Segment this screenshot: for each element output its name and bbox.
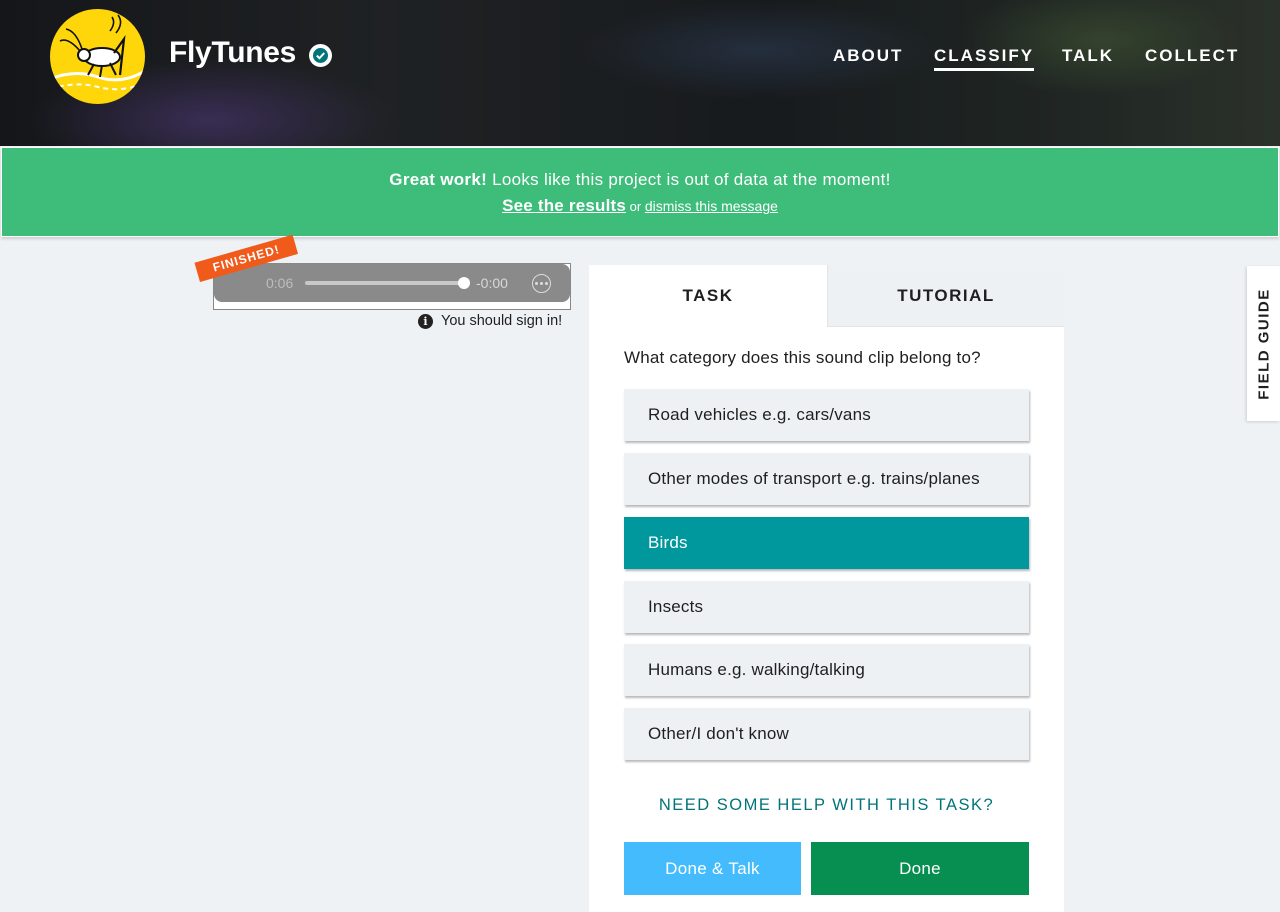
answer-other-transport[interactable]: Other modes of transport e.g. trains/pla… <box>624 453 1029 505</box>
out-of-data-banner: Great work! Looks like this project is o… <box>1 147 1279 237</box>
field-guide-label: FIELD GUIDE <box>1255 287 1272 400</box>
audio-controls: 0:06 -0:00 <box>214 264 570 302</box>
answer-birds[interactable]: Birds <box>624 517 1029 569</box>
answer-road-vehicles[interactable]: Road vehicles e.g. cars/vans <box>624 389 1029 441</box>
banner-actions: See the results or dismiss this message <box>2 196 1278 216</box>
answer-other-unknown[interactable]: Other/I don't know <box>624 708 1029 760</box>
tab-task[interactable]: TASK <box>589 265 827 327</box>
audio-scrubber-handle[interactable] <box>458 277 470 289</box>
nav-collect[interactable]: COLLECT <box>1145 46 1239 66</box>
project-logo[interactable] <box>50 9 145 104</box>
field-guide-tab[interactable]: FIELD GUIDE <box>1247 266 1280 421</box>
answer-humans[interactable]: Humans e.g. walking/talking <box>624 644 1029 696</box>
dismiss-message-link[interactable]: dismiss this message <box>645 198 778 214</box>
task-question: What category does this sound clip belon… <box>624 348 981 367</box>
answer-insects[interactable]: Insects <box>624 581 1029 633</box>
cricket-logo-icon <box>50 14 145 91</box>
banner-strong: Great work! <box>389 170 488 189</box>
audio-player: 0:06 -0:00 <box>213 263 571 310</box>
see-results-link[interactable]: See the results <box>502 196 626 215</box>
banner-or: or <box>626 199 645 214</box>
tab-tutorial[interactable]: TUTORIAL <box>827 265 1064 327</box>
info-icon: i <box>418 313 433 329</box>
project-header: FlyTunes ABOUT CLASSIFY TALK COLLECT <box>0 0 1280 146</box>
verified-check-icon <box>309 44 332 67</box>
more-options-icon[interactable] <box>532 274 551 293</box>
audio-remaining-time: -0:00 <box>476 275 508 291</box>
done-button[interactable]: Done <box>811 842 1029 895</box>
sign-in-notice[interactable]: i You should sign in! <box>418 313 562 329</box>
nav-about[interactable]: ABOUT <box>833 46 903 66</box>
done-and-talk-button[interactable]: Done & Talk <box>624 842 801 895</box>
task-help-link[interactable]: NEED SOME HELP WITH THIS TASK? <box>589 796 1064 815</box>
task-panel: TASK TUTORIAL What category does this so… <box>589 265 1064 912</box>
project-title[interactable]: FlyTunes <box>169 36 296 70</box>
audio-scrubber[interactable] <box>305 281 464 285</box>
nav-classify[interactable]: CLASSIFY <box>934 46 1035 71</box>
banner-message: Great work! Looks like this project is o… <box>2 170 1278 190</box>
sign-in-text: You should sign in! <box>441 313 563 329</box>
banner-text: Looks like this project is out of data a… <box>487 170 891 189</box>
audio-current-time: 0:06 <box>266 275 294 291</box>
nav-talk[interactable]: TALK <box>1062 46 1114 66</box>
